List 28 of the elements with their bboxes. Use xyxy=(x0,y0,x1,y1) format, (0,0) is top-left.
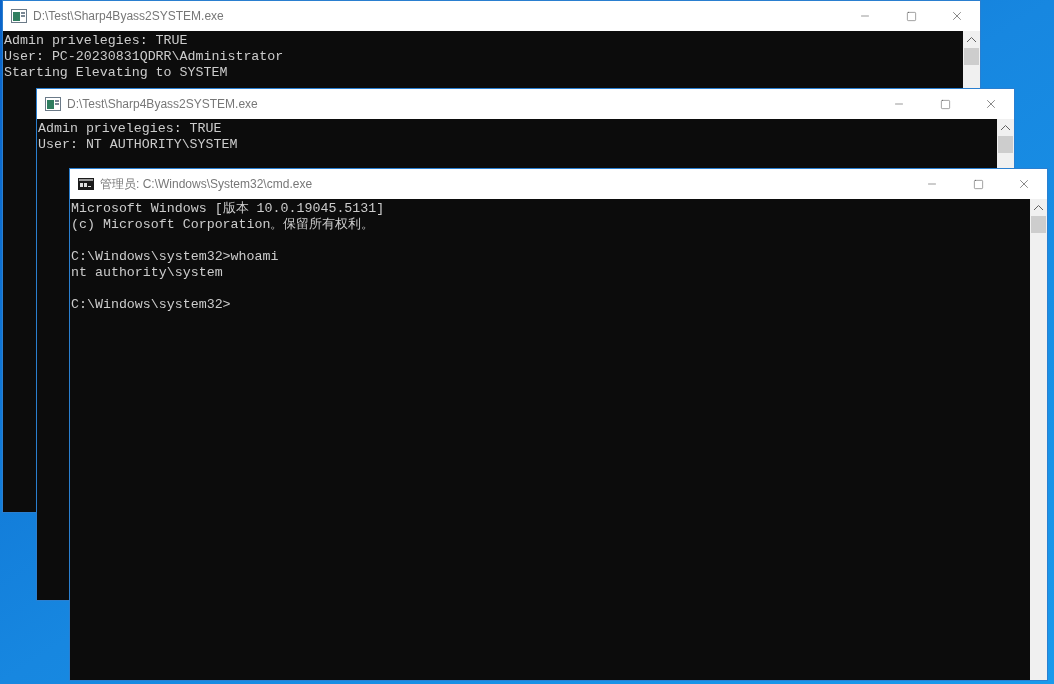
maximize-icon xyxy=(972,178,984,190)
console-line: Microsoft Windows [版本 10.0.19045.5131] xyxy=(71,201,385,217)
scrollbar[interactable] xyxy=(997,119,1014,168)
scroll-thumb[interactable] xyxy=(1031,216,1046,233)
console-line: User: NT AUTHORITY\SYSTEM xyxy=(38,137,238,153)
close-icon xyxy=(1017,177,1031,191)
window-title: D:\Test\Sharp4Byass2SYSTEM.exe xyxy=(33,8,224,25)
scroll-thumb[interactable] xyxy=(964,48,979,65)
console-line: Admin privelegies: TRUE xyxy=(4,33,188,49)
window-title: 管理员: C:\Windows\System32\cmd.exe xyxy=(100,176,313,193)
close-icon xyxy=(950,9,964,23)
window-title: D:\Test\Sharp4Byass2SYSTEM.exe xyxy=(67,96,258,113)
maximize-icon xyxy=(905,10,917,22)
window-app-icon xyxy=(45,97,61,111)
console-line: User: PC-20230831QDRR\Administrator xyxy=(4,49,284,65)
scroll-thumb[interactable] xyxy=(998,136,1013,153)
maximize-icon xyxy=(939,98,951,110)
close-icon xyxy=(984,97,998,111)
scrollbar[interactable] xyxy=(1030,199,1047,680)
console-line: C:\Windows\system32>whoami xyxy=(71,249,279,265)
scrollbar[interactable] xyxy=(963,31,980,88)
console-line: Admin privelegies: TRUE xyxy=(38,121,222,137)
console-line: nt authority\system xyxy=(71,265,223,281)
console-line: Starting Elevating to SYSTEM xyxy=(4,65,228,81)
console-icon xyxy=(78,178,94,190)
window-app-icon xyxy=(11,9,27,23)
console-line: (c) Microsoft Corporation。保留所有权利。 xyxy=(71,217,375,233)
console-line: C:\Windows\system32> xyxy=(71,297,231,313)
